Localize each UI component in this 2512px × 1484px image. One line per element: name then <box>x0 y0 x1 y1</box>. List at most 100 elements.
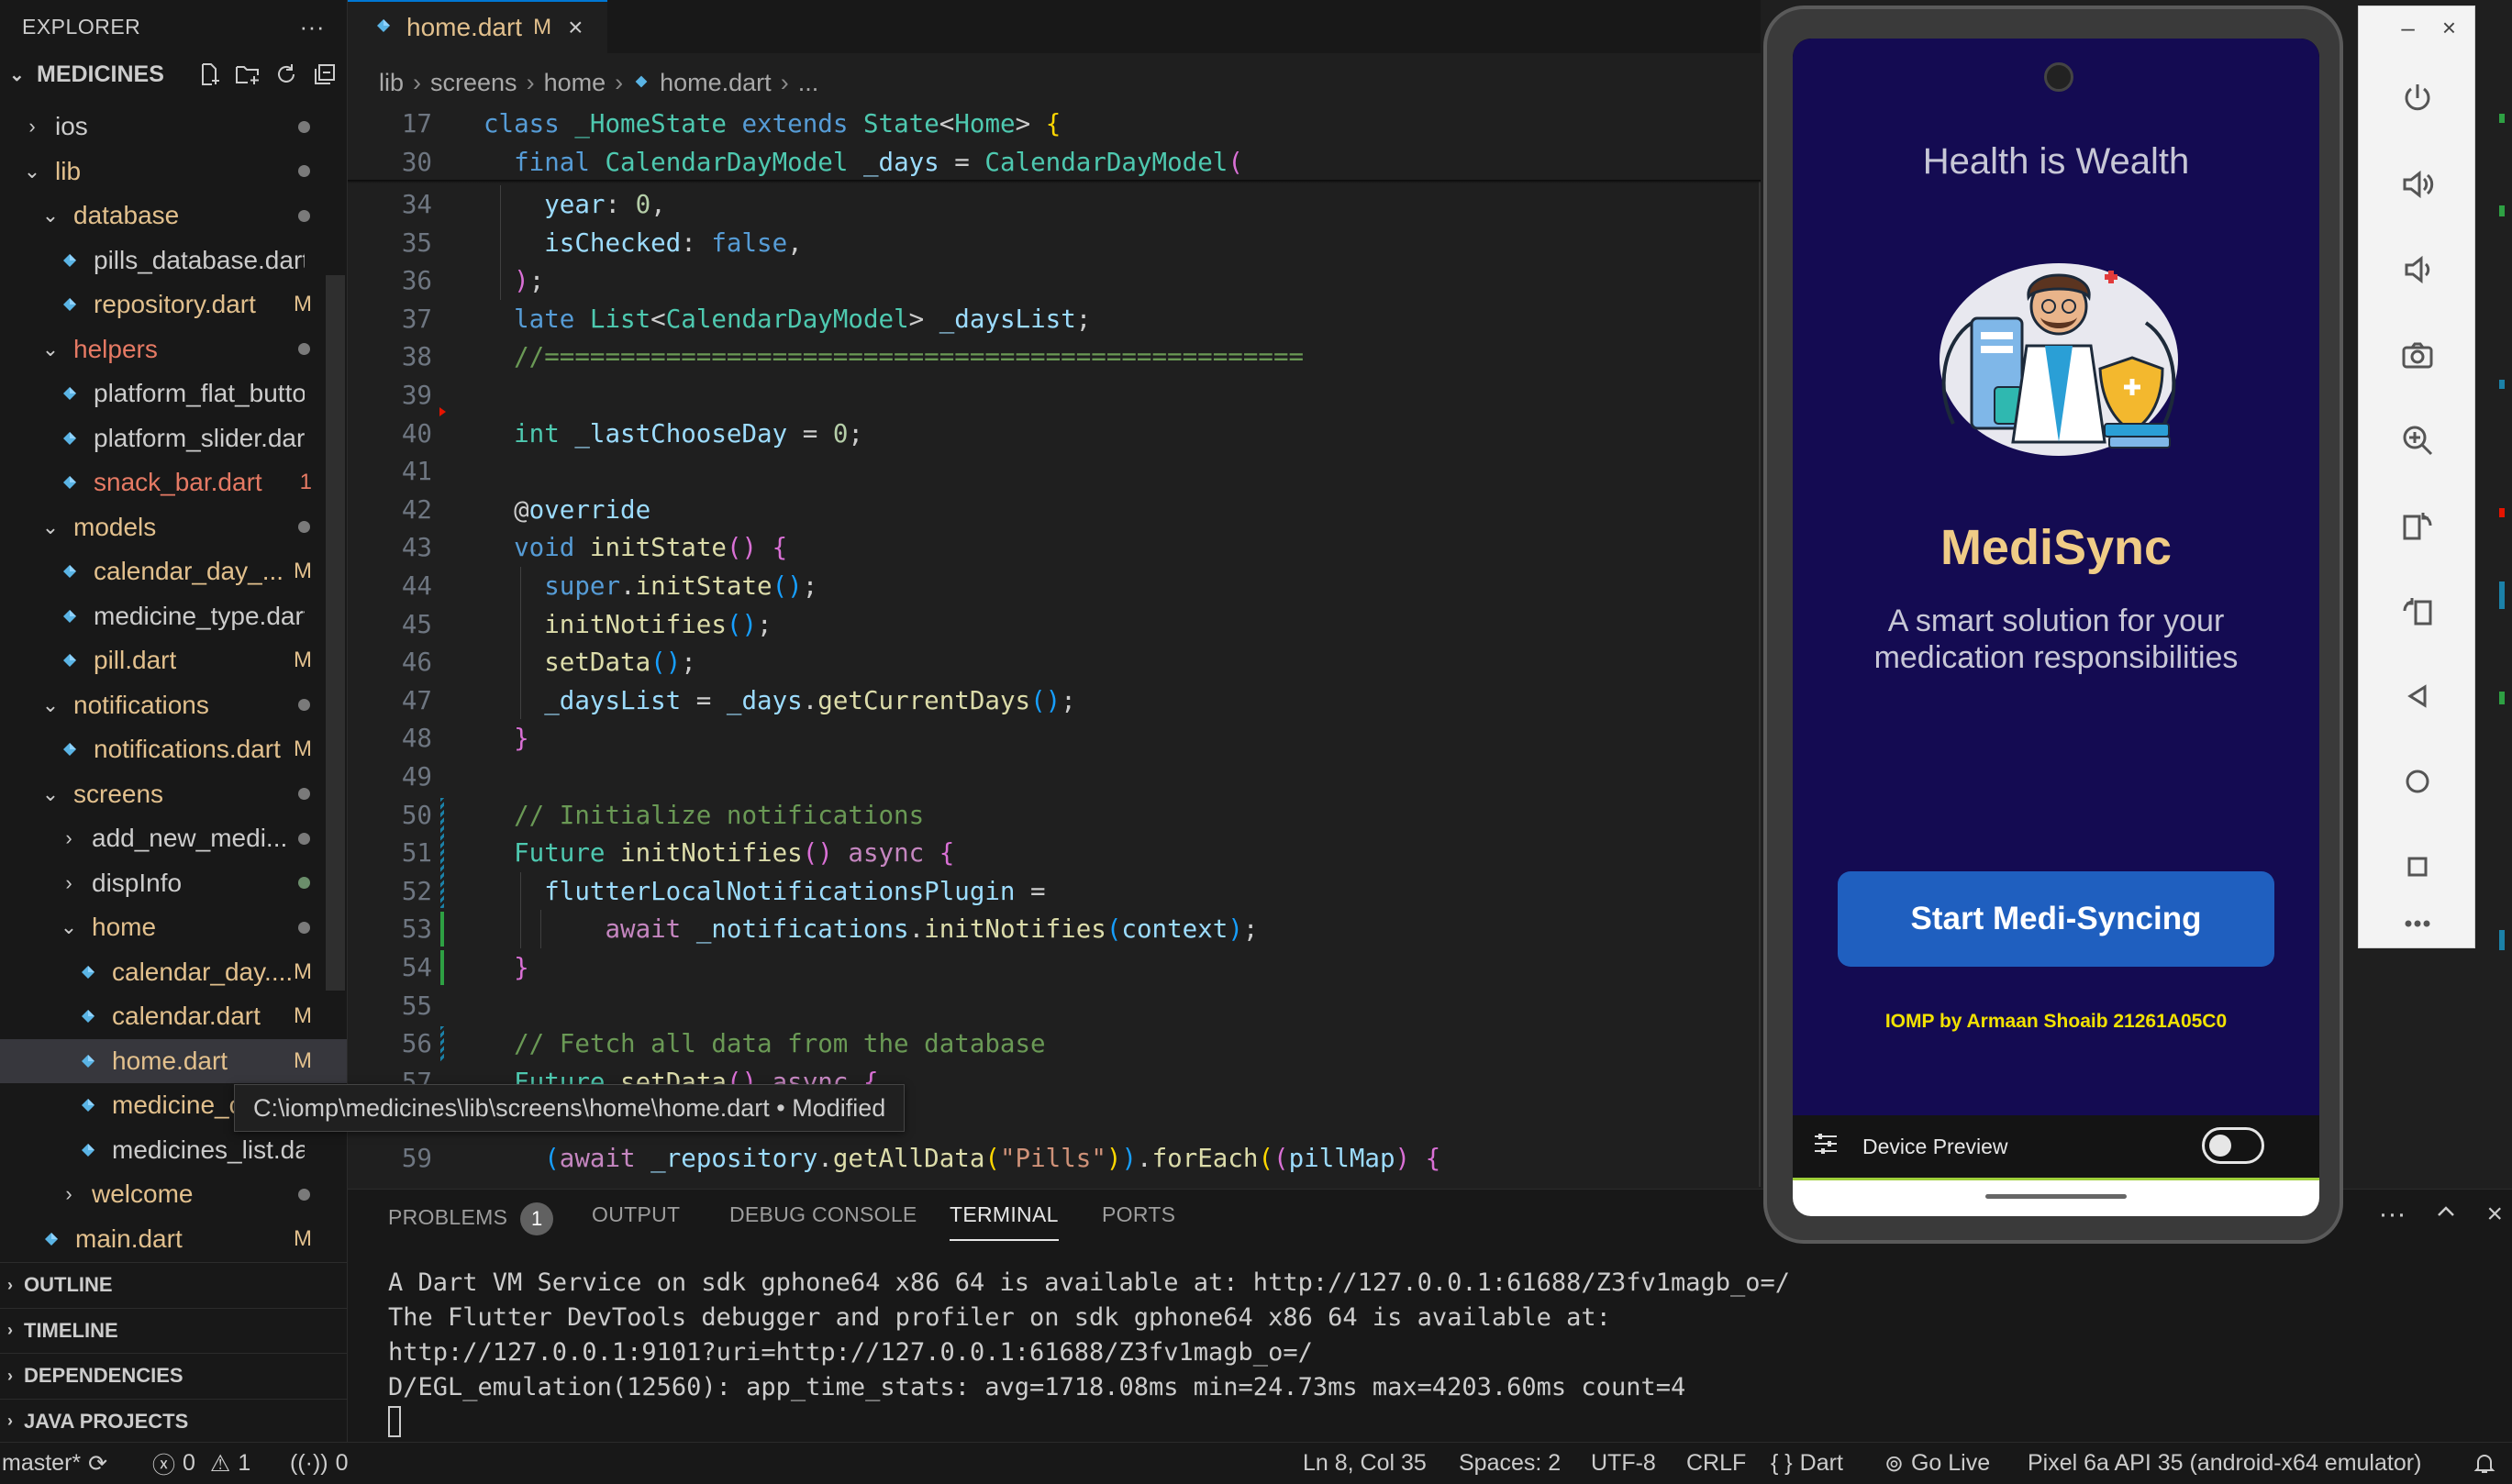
folder-item[interactable]: ⌄ helpers <box>0 327 347 372</box>
explorer-more-button[interactable]: ··· <box>300 13 325 41</box>
start-button[interactable]: Start Medi-Syncing <box>1838 871 2274 967</box>
git-change-marker[interactable] <box>440 950 444 985</box>
code-line[interactable]: 53 await _notifications.initNotifies(con… <box>348 910 1761 948</box>
folder-item[interactable]: ⌄ database <box>0 194 347 238</box>
home-gesture-pill[interactable] <box>1985 1194 2127 1199</box>
zoom-in-icon[interactable] <box>2390 413 2445 468</box>
tab-ports[interactable]: PORTS <box>1102 1202 1175 1239</box>
folder-item[interactable]: › add_new_medi... <box>0 816 347 861</box>
code-line[interactable]: 35 isChecked: false, <box>348 224 1761 262</box>
code-line[interactable]: 36 ); <box>348 261 1761 300</box>
file-item[interactable]: repository.dart M <box>0 282 347 327</box>
code-line[interactable]: 56 // Fetch all data from the database <box>348 1024 1761 1063</box>
folder-item[interactable]: ⌄ screens <box>0 772 347 817</box>
device-selector[interactable]: Pixel 6a API 35 (android-x64 emulator) <box>2028 1443 2421 1484</box>
code-line[interactable]: 59 (await _repository.getAllData("Pills"… <box>348 1139 1761 1178</box>
breadcrumb-symbol[interactable]: ... <box>798 69 819 97</box>
code-line[interactable]: 34 year: 0, <box>348 185 1761 224</box>
editor-scrollbar[interactable] <box>1759 105 1761 1187</box>
code-line[interactable]: 39 <box>348 376 1761 415</box>
ports-status[interactable]: ((·)) 0 <box>290 1443 349 1484</box>
volume-up-icon[interactable] <box>2390 157 2445 212</box>
rotate-left-icon[interactable] <box>2390 498 2445 553</box>
terminal-cursor[interactable] <box>388 1406 401 1437</box>
folder-item[interactable]: ⌄ notifications <box>0 683 347 728</box>
file-item[interactable]: main.dart M <box>0 1217 347 1262</box>
folder-item[interactable]: › ios <box>0 105 347 150</box>
tab-close-icon[interactable]: × <box>568 13 583 42</box>
folder-item[interactable]: › dispInfo <box>0 861 347 906</box>
section-dependencies[interactable]: › DEPENDENCIES <box>0 1353 347 1399</box>
close-icon[interactable]: × <box>2442 14 2456 42</box>
indentation[interactable]: Spaces: 2 <box>1459 1443 1561 1484</box>
back-icon[interactable] <box>2390 669 2445 724</box>
code-line[interactable]: 47 _daysList = _days.getCurrentDays(); <box>348 681 1761 720</box>
code-line[interactable]: 54 } <box>348 948 1761 987</box>
section-outline[interactable]: › OUTLINE <box>0 1262 347 1308</box>
git-deletion-marker[interactable] <box>439 407 446 416</box>
file-item[interactable]: pills_database.dart <box>0 238 347 283</box>
folder-item[interactable]: › welcome <box>0 1172 347 1217</box>
tab-problems[interactable]: PROBLEMS 1 <box>388 1202 554 1239</box>
file-item[interactable]: snack_bar.dart 1 <box>0 460 347 505</box>
code-line[interactable]: 37 late List<CalendarDayModel> _daysList… <box>348 300 1761 338</box>
git-change-marker[interactable] <box>440 912 444 947</box>
power-icon[interactable] <box>2390 71 2445 126</box>
device-preview-toggle[interactable] <box>2202 1127 2264 1164</box>
folder-item[interactable]: ⌄ home <box>0 905 347 950</box>
code-line[interactable]: 44 super.initState(); <box>348 567 1761 605</box>
sticky-scroll-line[interactable]: 30 final CalendarDayModel _days = Calend… <box>348 143 1761 182</box>
folder-item[interactable]: ⌄ models <box>0 505 347 550</box>
new-folder-icon[interactable] <box>235 61 261 87</box>
rotate-right-icon[interactable] <box>2390 583 2445 638</box>
file-item[interactable]: calendar_day.... M <box>0 950 347 995</box>
refresh-icon[interactable] <box>273 61 299 87</box>
encoding[interactable]: UTF-8 <box>1591 1443 1656 1484</box>
file-item[interactable]: pill.dart M <box>0 638 347 683</box>
minimize-icon[interactable]: – <box>2401 14 2414 42</box>
breadcrumb-home[interactable]: home <box>544 69 606 97</box>
panel-close-icon[interactable]: × <box>2486 1199 2503 1232</box>
code-line[interactable]: 49 <box>348 758 1761 796</box>
explorer-scrollbar[interactable] <box>326 275 345 991</box>
volume-down-icon[interactable] <box>2390 242 2445 297</box>
more-icon[interactable] <box>2390 896 2445 951</box>
panel-more-button[interactable]: ··· <box>2378 1199 2406 1232</box>
problems-status[interactable]: ⓧ 0 ⚠ 1 <box>152 1443 250 1484</box>
tune-icon[interactable] <box>1813 1132 1839 1161</box>
code-line[interactable]: 43 void initState() { <box>348 528 1761 567</box>
notifications-bell-icon[interactable] <box>2473 1443 2495 1484</box>
breadcrumb-screens[interactable]: screens <box>430 69 517 97</box>
line-ending[interactable]: CRLF <box>1686 1443 1746 1484</box>
sticky-scroll-line[interactable]: 17 class _HomeState extends State<Home> { <box>348 105 1761 143</box>
panel-maximize-icon[interactable] <box>2433 1199 2459 1232</box>
git-branch[interactable]: master* ⟳ <box>2 1443 107 1484</box>
code-line[interactable]: 45 initNotifies(); <box>348 605 1761 644</box>
code-line[interactable]: 55 <box>348 987 1761 1025</box>
collapse-all-icon[interactable] <box>312 61 338 87</box>
camera-icon[interactable] <box>2390 327 2445 382</box>
file-item[interactable]: platform_flat_button... <box>0 371 347 416</box>
file-item[interactable]: calendar_day_... M <box>0 549 347 594</box>
section-timeline[interactable]: › TIMELINE <box>0 1307 347 1354</box>
git-change-marker[interactable] <box>440 797 444 909</box>
folder-item[interactable]: ⌄ lib <box>0 150 347 194</box>
code-line[interactable]: 46 setData(); <box>348 643 1761 681</box>
language-mode[interactable]: { } Dart <box>1771 1443 1843 1484</box>
file-item[interactable]: medicines_list.dart <box>0 1128 347 1173</box>
cursor-position[interactable]: Ln 8, Col 35 <box>1303 1443 1427 1484</box>
breadcrumb-lib[interactable]: lib <box>379 69 404 97</box>
file-item[interactable]: notifications.dart M <box>0 727 347 772</box>
code-line[interactable]: 38 //===================================… <box>348 338 1761 376</box>
go-live-button[interactable]: ⊚ Go Live <box>1884 1443 1990 1484</box>
git-change-marker[interactable] <box>440 1026 444 1061</box>
code-line[interactable]: 51 Future initNotifies() async { <box>348 834 1761 872</box>
code-line[interactable]: 42 @override <box>348 491 1761 529</box>
new-file-icon[interactable] <box>196 61 222 87</box>
section-java-projects[interactable]: › JAVA PROJECTS <box>0 1398 347 1445</box>
code-line[interactable]: 41 <box>348 452 1761 491</box>
file-item[interactable]: home.dart M <box>0 1038 347 1083</box>
tab-output[interactable]: OUTPUT <box>592 1202 680 1239</box>
home-icon[interactable] <box>2390 754 2445 809</box>
code-line[interactable]: 52 flutterLocalNotificationsPlugin = <box>348 872 1761 911</box>
